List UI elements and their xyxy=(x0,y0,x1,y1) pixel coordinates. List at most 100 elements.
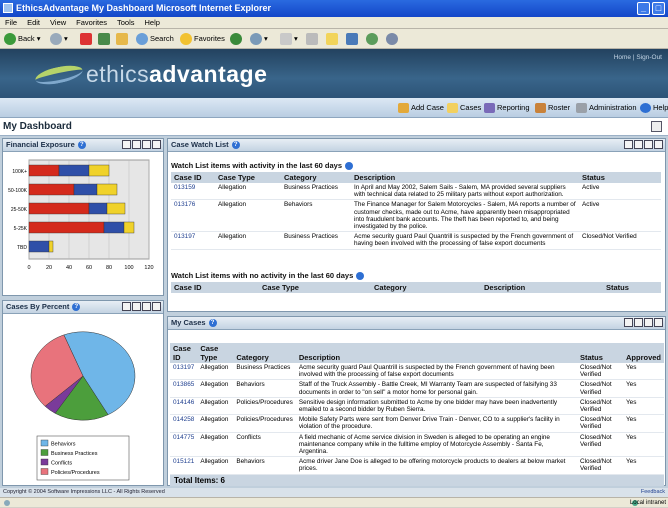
table-row[interactable]: 013865 Allegation Behaviors Staff of the Tr… xyxy=(170,379,664,398)
close-icon[interactable] xyxy=(152,302,161,311)
cell-id[interactable]: 013176 xyxy=(171,199,215,233)
maximize-button[interactable]: □ xyxy=(652,2,665,15)
maximize-icon[interactable] xyxy=(644,140,653,149)
back-label: Back xyxy=(18,34,35,43)
close-icon[interactable] xyxy=(152,140,161,149)
help-icon[interactable] xyxy=(345,162,354,171)
cell-id[interactable]: 013197 xyxy=(170,363,198,381)
help-icon[interactable]: ? xyxy=(208,319,217,328)
close-icon[interactable] xyxy=(654,140,663,149)
nav-cases[interactable]: Cases xyxy=(447,102,481,114)
edit-icon[interactable] xyxy=(122,140,131,149)
edit-icon[interactable] xyxy=(624,140,633,149)
cell-id[interactable]: 015121 xyxy=(170,456,198,475)
menu-tools[interactable]: Tools xyxy=(117,18,135,27)
page-header: My Dashboard xyxy=(0,118,668,136)
col-status[interactable]: Status xyxy=(603,282,661,293)
maximize-icon[interactable] xyxy=(644,318,653,327)
cell-id[interactable]: 013197 xyxy=(171,231,215,250)
edit-icon[interactable] xyxy=(624,318,633,327)
media-button[interactable] xyxy=(230,32,244,46)
col-category[interactable]: Category xyxy=(281,172,351,183)
col-case-type[interactable]: Case Type xyxy=(197,343,234,363)
col-case-id[interactable]: Case ID xyxy=(170,343,198,363)
help-icon[interactable]: ? xyxy=(77,141,86,150)
top-links[interactable]: Home | Sign-Out xyxy=(614,54,662,61)
col-description[interactable]: Description xyxy=(481,282,603,293)
cases-by-percent-panel: Cases By Percent? Behaviors Business Prac… xyxy=(2,300,164,486)
table-row[interactable]: 014258 Allegation Policies/Procedures Mobil… xyxy=(170,414,664,433)
print-button[interactable] xyxy=(306,32,320,46)
my-cases-table: Case ID Case Type Category Description S… xyxy=(170,343,664,486)
table-header-row: Case ID Case Type Category Description S… xyxy=(171,172,661,183)
cell-category: Policies/Procedures xyxy=(233,397,296,416)
edit-button[interactable] xyxy=(326,32,340,46)
col-category[interactable]: Category xyxy=(371,282,481,293)
search-button[interactable]: Search xyxy=(136,32,174,46)
table-row[interactable]: 013159 Allegation Business Practices In Apr… xyxy=(171,183,661,201)
table-row[interactable]: 013197 Allegation Business Practices Acme s… xyxy=(170,363,664,381)
table-row[interactable]: 013197 Allegation Business Practices Acme s… xyxy=(171,231,661,250)
cell-desc: Acme driver Jane Doe is alleged to be of… xyxy=(295,456,577,475)
menu-edit[interactable]: Edit xyxy=(27,18,40,27)
cell-id[interactable]: 014146 xyxy=(170,397,198,416)
maximize-icon[interactable] xyxy=(142,302,151,311)
table-row[interactable]: 014146 Allegation Policies/Procedures Sensi… xyxy=(170,397,664,416)
help-icon[interactable]: ? xyxy=(231,141,240,150)
table-header-row: Case ID Case Type Category Description S… xyxy=(170,343,664,363)
table-row[interactable]: 015121 Allegation Behaviors Acme driver Jan… xyxy=(170,456,664,475)
nav-help[interactable]: Help xyxy=(640,102,668,114)
close-icon[interactable] xyxy=(654,318,663,327)
forward-button[interactable]: ▾ xyxy=(50,32,68,46)
table-row[interactable]: 013176 Allegation Behaviors The Finance Man… xyxy=(171,199,661,233)
table-row[interactable]: 014775 Allegation Conflicts A field mechani… xyxy=(170,432,664,458)
research-button[interactable] xyxy=(386,32,400,46)
home-button[interactable] xyxy=(116,32,130,46)
print-page-icon[interactable] xyxy=(651,121,662,132)
minimize-icon[interactable] xyxy=(132,302,141,311)
col-status[interactable]: Status xyxy=(576,343,623,363)
col-description[interactable]: Description xyxy=(351,172,579,183)
help-icon[interactable]: ? xyxy=(72,303,81,312)
nav-administration[interactable]: Administration xyxy=(576,102,637,114)
menu-view[interactable]: View xyxy=(50,18,66,27)
refresh-icon xyxy=(98,33,110,46)
cell-id[interactable]: 013865 xyxy=(170,379,198,398)
discuss-button[interactable] xyxy=(346,32,360,46)
col-category[interactable]: Category xyxy=(233,343,296,363)
col-case-id[interactable]: Case ID xyxy=(171,282,259,293)
back-button[interactable]: Back ▾ xyxy=(4,32,41,46)
menu-favorites[interactable]: Favorites xyxy=(76,18,107,27)
refresh-button[interactable] xyxy=(98,32,112,46)
messenger-button[interactable] xyxy=(366,32,380,46)
help-icon[interactable] xyxy=(356,272,365,281)
nav-roster[interactable]: Roster xyxy=(535,102,570,114)
minimize-button[interactable]: _ xyxy=(637,2,650,15)
maximize-icon[interactable] xyxy=(142,140,151,149)
menu-help[interactable]: Help xyxy=(145,18,160,27)
edit-icon[interactable] xyxy=(122,302,131,311)
nav-add-case[interactable]: Add Case xyxy=(398,102,444,114)
col-case-id[interactable]: Case ID xyxy=(171,172,215,183)
favorites-button[interactable]: Favorites xyxy=(180,32,225,46)
history-button[interactable]: ▾ xyxy=(250,32,268,46)
col-description[interactable]: Description xyxy=(295,343,577,363)
col-approved[interactable]: Approved xyxy=(622,343,664,363)
cell-id[interactable]: 014258 xyxy=(170,414,198,433)
menu-file[interactable]: File xyxy=(5,18,17,27)
mail-button[interactable]: ▾ xyxy=(280,32,298,46)
col-case-type[interactable]: Case Type xyxy=(259,282,371,293)
col-status[interactable]: Status xyxy=(579,172,661,183)
cell-id[interactable]: 014775 xyxy=(170,432,198,458)
favorites-label: Favorites xyxy=(194,34,225,43)
stop-button[interactable] xyxy=(80,32,94,46)
bar-segment xyxy=(28,240,50,253)
minimize-icon[interactable] xyxy=(634,140,643,149)
minimize-icon[interactable] xyxy=(132,140,141,149)
minimize-icon[interactable] xyxy=(634,318,643,327)
x-tick-label: 60 xyxy=(86,265,92,271)
cell-id[interactable]: 013159 xyxy=(171,183,215,201)
nav-reporting[interactable]: Reporting xyxy=(484,102,530,114)
feedback-link[interactable]: Feedback xyxy=(641,488,665,497)
col-case-type[interactable]: Case Type xyxy=(215,172,281,183)
